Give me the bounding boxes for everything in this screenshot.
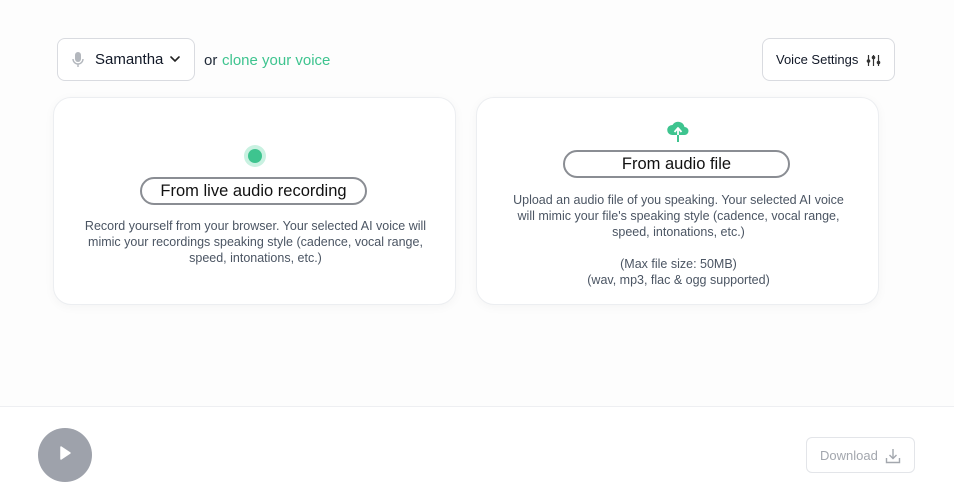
cloud-upload-icon <box>665 118 691 144</box>
record-indicator-icon <box>244 145 266 167</box>
download-icon <box>884 447 902 465</box>
live-recording-button[interactable]: From live audio recording <box>140 177 367 205</box>
live-recording-card[interactable]: From live audio recording Record yoursel… <box>53 97 456 305</box>
player-bar: Download <box>0 406 954 500</box>
supported-formats-text: (wav, mp3, flac & ogg supported) <box>587 273 770 287</box>
live-recording-description: Record yourself from your browser. Your … <box>84 219 427 265</box>
download-label: Download <box>820 447 878 463</box>
voice-settings-button[interactable]: Voice Settings <box>762 38 895 81</box>
voice-changer-panel: Samantha or clone your voice Voice Setti… <box>0 0 954 405</box>
download-button[interactable]: Download <box>806 437 915 473</box>
audio-file-limits: (Max file size: 50MB) (wav, mp3, flac & … <box>505 256 852 288</box>
audio-file-button[interactable]: From audio file <box>563 150 790 178</box>
clone-voice-link[interactable]: clone your voice <box>222 52 330 69</box>
audio-file-card[interactable]: From audio file Upload an audio file of … <box>476 97 879 305</box>
max-file-size-text: (Max file size: 50MB) <box>620 257 737 271</box>
selected-voice-name: Samantha <box>95 51 164 68</box>
audio-file-description: Upload an audio file of you speaking. Yo… <box>513 193 844 239</box>
chevron-down-icon <box>168 52 182 66</box>
or-text: or <box>204 52 218 69</box>
voice-settings-label: Voice Settings <box>776 52 859 67</box>
play-icon <box>57 444 73 467</box>
microphone-icon <box>70 50 86 70</box>
sliders-icon <box>866 53 881 68</box>
play-button[interactable] <box>38 428 92 482</box>
voice-select-dropdown[interactable]: Samantha <box>57 38 195 81</box>
